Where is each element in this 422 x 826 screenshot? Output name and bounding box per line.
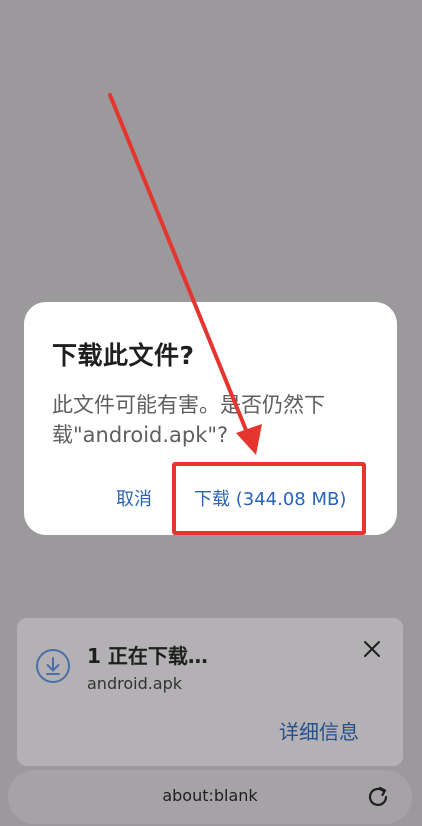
annotation-arrow: [108, 93, 262, 455]
